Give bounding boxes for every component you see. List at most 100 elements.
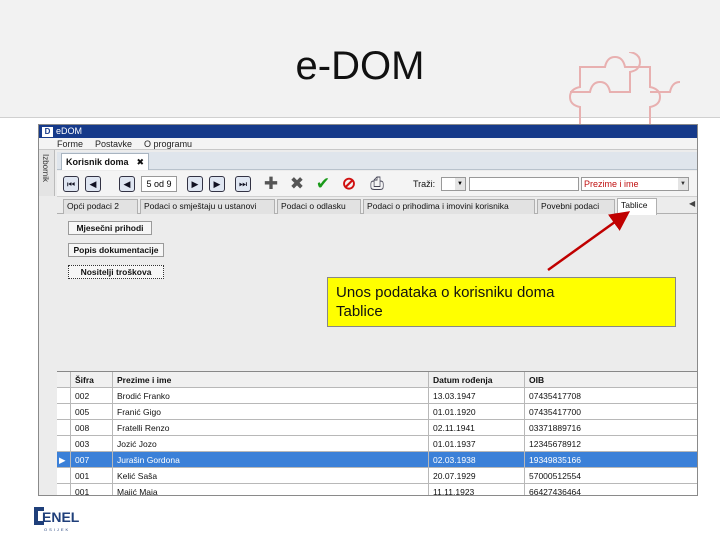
popis-dokumentacije-button[interactable]: Popis dokumentacije <box>68 243 164 257</box>
puzzle-decoration-icon <box>568 52 681 130</box>
cell-oib: 07435417708 <box>529 391 582 401</box>
tab-korisnik-doma[interactable]: Korisnik doma ✖ <box>61 153 149 170</box>
table-row[interactable]: 003 Jozić Jozo 01.01.1937 12345678912 <box>57 436 697 452</box>
record-counter: 5 od 9 <box>141 176 177 192</box>
chevron-down-icon: ▼ <box>455 178 465 190</box>
cell-datum-rodjenja: 01.01.1920 <box>429 404 525 420</box>
table-row[interactable]: 002 Brodić Franko 13.03.1947 07435417708 <box>57 388 697 404</box>
column-header-datum-rodjenja[interactable]: Datum rođenja <box>429 372 525 388</box>
tab-opci-podaci-2[interactable]: Opći podaci 2 <box>63 199 138 214</box>
sort-field-select[interactable]: Prezime i ime ▼ <box>581 177 689 191</box>
cell-prezime-ime: Fratelli Renzo <box>113 420 429 436</box>
table-row[interactable]: 008 Fratelli Renzo 02.11.1941 03371889716 <box>57 420 697 436</box>
table-row[interactable]: 005 Franić Gigo 01.01.1920 07435417700 <box>57 404 697 420</box>
cell-sifra: 007 <box>71 452 113 468</box>
cell-datum-rodjenja: 20.07.1929 <box>429 468 525 484</box>
cell-oib: 12345678912 <box>529 439 582 449</box>
cell-prezime-ime: Franić Gigo <box>113 404 429 420</box>
side-panel-label: Izbornik <box>41 154 50 183</box>
row-indicator <box>57 484 71 495</box>
cell-datum-rodjenja: 02.03.1938 <box>429 452 525 468</box>
previous-page-icon[interactable]: ◀ <box>85 176 101 192</box>
callout-line-1: Unos podataka o korisniku doma <box>336 284 555 301</box>
cell-datum-rodjenja: 13.03.1947 <box>429 388 525 404</box>
cell-datum-rodjenja: 01.01.1937 <box>429 436 525 452</box>
row-indicator <box>57 420 71 436</box>
delete-icon[interactable]: ✖ <box>287 174 307 194</box>
last-record-icon[interactable]: ⏭ <box>235 176 251 192</box>
cancel-icon[interactable]: ⊘ <box>339 174 359 194</box>
window-titlebar: D eDOM <box>39 125 697 138</box>
slide: e-DOM D eDOM Forme Postavke O programu I… <box>0 0 720 540</box>
tab-podaci-o-prihodima[interactable]: Podaci o prihodima i imovini korisnika <box>363 199 535 214</box>
app-logo-icon: D <box>42 126 53 137</box>
next-page-icon[interactable]: ▶ <box>209 176 225 192</box>
cell-oib: 03371889716 <box>529 423 582 433</box>
cell-oib: 57000512554 <box>529 471 582 481</box>
table-row[interactable]: 001 Kelić Saša 20.07.1929 57000512554 <box>57 468 697 484</box>
logo-text: ENEL <box>42 509 80 525</box>
printer-icon[interactable]: ⎙ <box>367 174 387 194</box>
menu-item-about[interactable]: O programu <box>144 138 192 149</box>
window-title: eDOM <box>56 126 83 136</box>
cell-oib: 19349835166 <box>529 455 582 465</box>
callout-line-2: Tablice <box>336 303 383 320</box>
mjesecni-prihodi-button[interactable]: Mjesečni prihodi <box>68 221 152 235</box>
search-input[interactable] <box>469 177 579 191</box>
cell-sifra: 002 <box>71 388 113 404</box>
row-indicator <box>57 436 71 452</box>
row-indicator-header <box>57 372 71 388</box>
first-record-icon[interactable]: ⏮ <box>63 176 79 192</box>
callout-arrow <box>547 211 631 272</box>
previous-record-icon[interactable]: ◀ <box>119 176 135 192</box>
next-record-icon[interactable]: ▶ <box>187 176 203 192</box>
search-field-select[interactable]: ▼ <box>441 177 466 191</box>
cell-datum-rodjenja: 11.11.1923 <box>429 484 525 495</box>
tab-label: Korisnik doma <box>66 157 129 167</box>
column-header-oib[interactable]: OIB <box>525 372 697 388</box>
cell-sifra: 005 <box>71 404 113 420</box>
sort-field-value: Prezime i ime <box>584 179 639 189</box>
cell-sifra: 001 <box>71 484 113 495</box>
close-icon[interactable]: ✖ <box>136 154 144 170</box>
cell-sifra: 003 <box>71 436 113 452</box>
cell-prezime-ime: Kelić Saša <box>113 468 429 484</box>
company-logo: ENEL OSIJEK <box>34 507 80 532</box>
callout-box: Unos podataka o korisniku doma Tablice <box>327 277 676 327</box>
add-icon[interactable]: ✚ <box>261 174 281 194</box>
menu-item-forme[interactable]: Forme <box>57 138 83 149</box>
cell-oib: 07435417700 <box>529 407 582 417</box>
cell-sifra: 001 <box>71 468 113 484</box>
menu-item-postavke[interactable]: Postavke <box>95 138 132 149</box>
korisnici-table: Šifra Prezime i ime Datum rođenja OIB 00… <box>57 371 697 496</box>
table-body: 002 Brodić Franko 13.03.1947 07435417708 005… <box>57 388 697 496</box>
table-row[interactable]: ▶ 007 Jurašin Gordona 02.03.1938 19349835166 <box>57 452 697 468</box>
nositelji-troskova-button[interactable]: Nositelji troškova <box>68 265 164 279</box>
cell-prezime-ime: Majić Maja <box>113 484 429 495</box>
row-indicator <box>57 404 71 420</box>
cell-prezime-ime: Jozić Jozo <box>113 436 429 452</box>
search-label: Traži: <box>413 179 436 189</box>
chevron-left-icon[interactable]: ◀ <box>689 199 695 208</box>
column-header-prezime-ime[interactable]: Prezime i ime <box>113 372 429 388</box>
document-tab-row: Korisnik doma ✖ <box>57 152 697 170</box>
row-indicator <box>57 468 71 484</box>
tab-podaci-o-odlasku[interactable]: Podaci o odlasku <box>277 199 361 214</box>
cell-oib: 66427436464 <box>529 487 582 496</box>
tab-podaci-o-smjestaju[interactable]: Podaci o smještaju u ustanovi <box>140 199 275 214</box>
cell-sifra: 008 <box>71 420 113 436</box>
table-header-row: Šifra Prezime i ime Datum rođenja OIB <box>57 372 697 388</box>
table-row[interactable]: 001 Majić Maja 11.11.1923 66427436464 <box>57 484 697 496</box>
menu-bar: Forme Postavke O programu <box>39 138 697 150</box>
cell-datum-rodjenja: 02.11.1941 <box>429 420 525 436</box>
cell-prezime-ime: Jurašin Gordona <box>113 452 429 468</box>
cell-prezime-ime: Brodić Franko <box>113 388 429 404</box>
logo-subtext: OSIJEK <box>44 527 70 532</box>
side-panel-toggle[interactable]: Izbornik <box>39 150 55 196</box>
toolbar: ⏮ ◀ ◀ 5 od 9 ▶ ▶ ⏭ ✚ ✖ ✔ ⊘ ⎙ Traži: ▼ Pr… <box>57 171 697 197</box>
checkmark-icon[interactable]: ✔ <box>313 174 333 194</box>
column-header-sifra[interactable]: Šifra <box>71 372 113 388</box>
row-indicator: ▶ <box>57 452 71 468</box>
row-indicator <box>57 388 71 404</box>
chevron-down-icon: ▼ <box>678 178 688 190</box>
